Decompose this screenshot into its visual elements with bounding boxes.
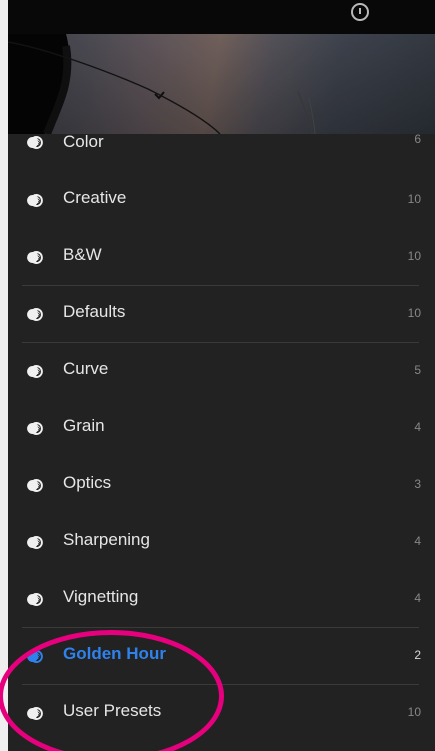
preset-count: 3 (414, 477, 421, 491)
preset-count: 10 (407, 249, 421, 263)
preset-icon (27, 478, 43, 492)
preset-icon (27, 535, 43, 549)
preset-count: 10 (407, 192, 421, 206)
preset-icon (27, 250, 43, 264)
preset-label: Grain (63, 416, 105, 435)
preset-count: 5 (414, 363, 421, 377)
mobile-preset-screen: Color 6 Creative 10 B&W 10 Defaults 10 C… (0, 0, 435, 751)
preset-label: Curve (63, 359, 109, 378)
preset-icon (27, 307, 43, 321)
photo-preview-illustration (8, 34, 435, 134)
preset-icon (27, 421, 43, 435)
preset-panel: Color 6 Creative 10 B&W 10 Defaults 10 C… (8, 132, 435, 751)
preset-row-grain[interactable]: Grain 4 (8, 400, 435, 457)
top-bar (8, 0, 435, 34)
preset-label: Golden Hour (63, 644, 166, 663)
preset-label: B&W (63, 245, 102, 264)
help-icon[interactable] (351, 3, 369, 21)
preset-row-vignetting[interactable]: Vignetting 4 (8, 571, 435, 628)
preset-count: 10 (407, 705, 421, 719)
preset-row-optics[interactable]: Optics 3 (8, 457, 435, 514)
preset-row-golden-hour[interactable]: Golden Hour 2 (8, 628, 435, 685)
preset-row-creative[interactable]: Creative 10 (8, 172, 435, 229)
preset-icon (27, 193, 43, 207)
preset-count: 2 (414, 648, 421, 662)
photo-preview (8, 34, 435, 134)
preset-row-user-presets[interactable]: User Presets 10 (8, 685, 435, 742)
preset-label: Defaults (63, 302, 126, 321)
preset-row-curve[interactable]: Curve 5 (8, 343, 435, 400)
preset-count: 6 (414, 132, 421, 146)
preset-row-bw[interactable]: B&W 10 (8, 229, 435, 286)
preset-row-sharpening[interactable]: Sharpening 4 (8, 514, 435, 571)
preset-icon (27, 592, 43, 606)
preset-row-defaults[interactable]: Defaults 10 (8, 286, 435, 343)
preset-label: Vignetting (63, 587, 139, 606)
preset-icon (27, 706, 43, 720)
preset-label: Optics (63, 473, 112, 492)
preset-label: Sharpening (63, 530, 150, 549)
preset-count: 4 (414, 420, 421, 434)
preset-count: 10 (407, 306, 421, 320)
preset-icon (27, 364, 43, 378)
preset-label: Color (63, 132, 104, 151)
preset-icon (27, 649, 43, 663)
preset-count: 4 (414, 534, 421, 548)
preset-label: Creative (63, 188, 127, 207)
preset-icon (27, 135, 43, 149)
preset-label: User Presets (63, 701, 162, 720)
preset-count: 4 (414, 591, 421, 605)
left-edge (0, 0, 8, 751)
